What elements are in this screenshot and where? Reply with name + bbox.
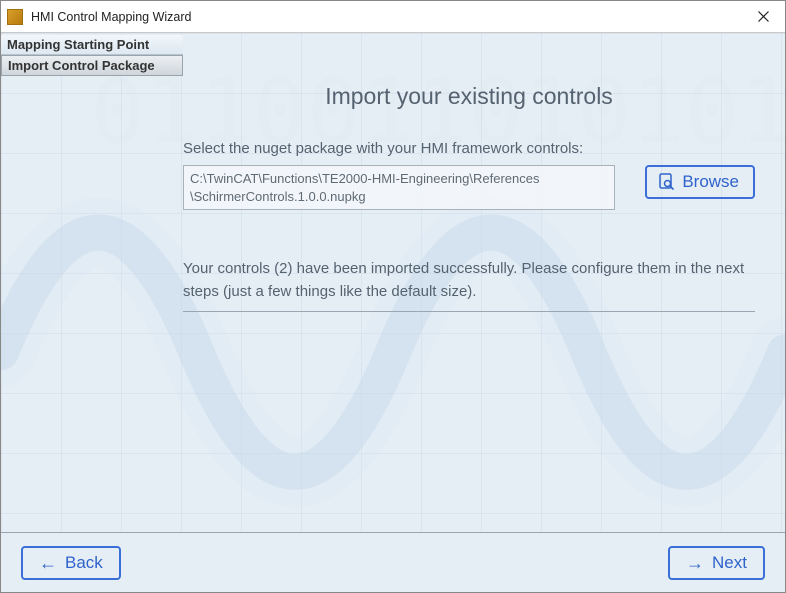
wizard-main: Import your existing controls Select the… xyxy=(183,33,785,532)
wizard-window: HMI Control Mapping Wizard 0110011010101… xyxy=(0,0,786,593)
next-button[interactable]: → Next xyxy=(668,546,765,580)
wizard-footer: ← Back → Next xyxy=(1,532,785,592)
package-path-row: C:\TwinCAT\Functions\TE2000-HMI-Engineer… xyxy=(183,165,755,210)
arrow-right-icon: → xyxy=(686,554,704,572)
import-status-message: Your controls (2) have been imported suc… xyxy=(183,258,755,312)
app-icon xyxy=(7,9,23,25)
browse-icon xyxy=(657,173,675,191)
package-path-input[interactable]: C:\TwinCAT\Functions\TE2000-HMI-Engineer… xyxy=(183,165,615,210)
window-title: HMI Control Mapping Wizard xyxy=(31,10,741,24)
sidebar-step-import-control-package[interactable]: Import Control Package xyxy=(1,55,183,76)
instruction-text: Select the nuget package with your HMI f… xyxy=(183,140,755,157)
back-button[interactable]: ← Back xyxy=(21,546,121,580)
close-icon xyxy=(758,11,769,22)
browse-button[interactable]: Browse xyxy=(645,165,755,199)
wizard-body: 011001101010101 Mapping Starting Point I… xyxy=(1,33,785,532)
page-title: Import your existing controls xyxy=(183,83,755,140)
next-button-label: Next xyxy=(712,553,747,573)
sidebar-step-label: Import Control Package xyxy=(8,58,155,73)
browse-button-label: Browse xyxy=(682,172,739,192)
close-button[interactable] xyxy=(741,1,785,33)
arrow-left-icon: ← xyxy=(39,554,57,572)
wizard-sidebar: Mapping Starting Point Import Control Pa… xyxy=(1,33,183,532)
back-button-label: Back xyxy=(65,553,103,573)
sidebar-step-label: Mapping Starting Point xyxy=(7,37,149,52)
sidebar-step-mapping-starting-point[interactable]: Mapping Starting Point xyxy=(1,35,183,55)
titlebar: HMI Control Mapping Wizard xyxy=(1,1,785,33)
package-path-value: C:\TwinCAT\Functions\TE2000-HMI-Engineer… xyxy=(190,171,539,204)
